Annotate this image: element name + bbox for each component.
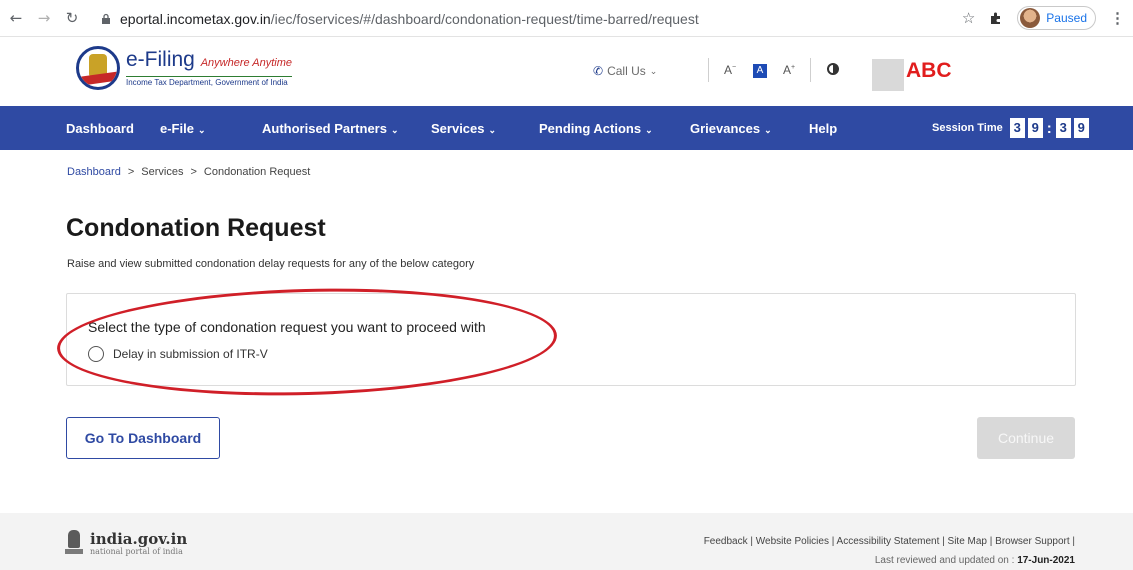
font-decrease-button[interactable]: A− xyxy=(724,63,736,77)
nav-grievances[interactable]: Grievances ⌄ xyxy=(690,121,772,136)
request-type-question: Select the type of condonation request y… xyxy=(88,319,486,335)
last-updated: Last reviewed and updated on : 17-Jun-20… xyxy=(874,555,1075,566)
profile-status: Paused xyxy=(1046,11,1087,25)
breadcrumb-separator: > xyxy=(190,166,197,178)
lock-icon xyxy=(102,13,110,24)
logo-subtitle: Income Tax Department, Government of Ind… xyxy=(126,75,293,87)
page-title: Condonation Request xyxy=(66,214,326,242)
india-gov-name: india.gov.in xyxy=(90,529,188,548)
profile-button[interactable]: Paused xyxy=(1017,6,1096,30)
url-host: eportal.incometax.gov.in xyxy=(120,11,271,27)
site-header: e-Filing Anywhere Anytime Income Tax Dep… xyxy=(0,38,1133,106)
footer-links[interactable]: Feedback | Website Policies | Accessibil… xyxy=(704,536,1075,547)
chevron-down-icon: ⌄ xyxy=(645,125,653,135)
url-path: /iec/foservices/#/dashboard/condonation-… xyxy=(270,11,699,27)
nav-e-file[interactable]: e-File ⌄ xyxy=(160,121,206,136)
breadcrumb-services[interactable]: Services xyxy=(141,166,183,178)
national-emblem-icon xyxy=(64,528,84,558)
contrast-toggle-icon[interactable] xyxy=(827,63,839,75)
last-updated-date: 17-Jun-2021 xyxy=(1017,555,1075,566)
emblem-icon xyxy=(76,46,120,90)
call-us-dropdown[interactable]: ✆ Call Us ⌄ xyxy=(593,64,657,78)
back-arrow-icon[interactable]: ← xyxy=(6,8,26,28)
session-label: Session Time xyxy=(932,122,1003,134)
india-gov-subtitle: national portal of india xyxy=(90,546,183,556)
font-normal-button[interactable]: A xyxy=(753,64,767,78)
avatar xyxy=(1020,8,1041,28)
phone-icon: ✆ xyxy=(593,64,604,78)
address-bar[interactable]: eportal.incometax.gov.in/iec/foservices/… xyxy=(100,7,960,31)
continue-button[interactable]: Continue xyxy=(977,417,1075,459)
main-nav: Dashboard e-File ⌄ Authorised Partners ⌄ S… xyxy=(0,106,1133,150)
session-timer: Session Time 3 9 : 3 9 xyxy=(932,118,1089,138)
breadcrumb: Dashboard > Services > Condonation Reque… xyxy=(67,166,310,178)
nav-help[interactable]: Help xyxy=(809,121,837,136)
session-colon: : xyxy=(1046,119,1052,137)
reload-icon[interactable]: ↻ xyxy=(62,8,82,28)
efiling-logo[interactable]: e-Filing Anywhere Anytime Income Tax Dep… xyxy=(76,46,293,90)
nav-pending-actions[interactable]: Pending Actions ⌄ xyxy=(539,121,653,136)
divider xyxy=(708,58,709,82)
radio-label: Delay in submission of ITR-V xyxy=(113,347,268,361)
session-digit: 9 xyxy=(1027,118,1043,138)
chevron-down-icon: ⌄ xyxy=(197,125,206,135)
browser-toolbar: ← → ↻ eportal.incometax.gov.in/iec/foser… xyxy=(0,0,1133,37)
go-to-dashboard-button[interactable]: Go To Dashboard xyxy=(66,417,220,459)
user-avatar[interactable] xyxy=(872,59,904,91)
chevron-down-icon: ⌄ xyxy=(764,125,772,135)
chevron-down-icon: ⌄ xyxy=(649,65,658,76)
chevron-down-icon: ⌄ xyxy=(390,125,399,135)
breadcrumb-separator: > xyxy=(127,166,135,178)
divider xyxy=(810,58,811,82)
breadcrumb-dashboard[interactable]: Dashboard xyxy=(67,166,121,178)
nav-dashboard[interactable]: Dashboard xyxy=(66,121,134,136)
nav-authorised-partners[interactable]: Authorised Partners ⌄ xyxy=(262,121,399,136)
forward-arrow-icon[interactable]: → xyxy=(34,8,54,28)
kebab-menu-icon[interactable]: ⋮ xyxy=(1110,9,1125,27)
radio-option-itr-v[interactable]: Delay in submission of ITR-V xyxy=(88,346,268,362)
page-subtitle: Raise and view submitted condonation del… xyxy=(67,258,475,270)
logo-title: e-Filing xyxy=(126,47,195,71)
footer: india.gov.in national portal of india Fe… xyxy=(0,513,1133,570)
extensions-puzzle-icon[interactable] xyxy=(989,11,1003,25)
call-us-label: Call Us xyxy=(607,64,646,78)
user-name[interactable]: ABC xyxy=(904,56,1078,106)
star-icon[interactable]: ☆ xyxy=(962,9,975,27)
logo-tagline: Anywhere Anytime xyxy=(200,56,293,69)
india-gov-logo[interactable]: india.gov.in national portal of india xyxy=(64,528,187,558)
request-type-card: Select the type of condonation request y… xyxy=(66,293,1076,386)
breadcrumb-current: Condonation Request xyxy=(203,166,311,178)
session-digit: 9 xyxy=(1073,118,1089,138)
chevron-down-icon: ⌄ xyxy=(488,125,497,135)
nav-services[interactable]: Services ⌄ xyxy=(431,121,496,136)
session-digit: 3 xyxy=(1055,118,1071,138)
session-digit: 3 xyxy=(1009,118,1025,138)
font-increase-button[interactable]: A+ xyxy=(783,63,795,77)
radio-button[interactable] xyxy=(88,346,104,362)
